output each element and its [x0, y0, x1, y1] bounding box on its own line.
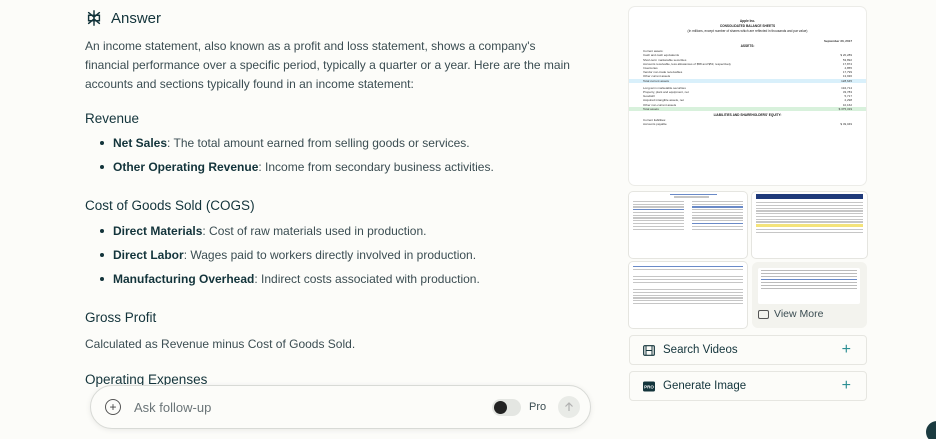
- arrow-up-icon: [565, 402, 574, 411]
- list-item: Direct Labor: Wages paid to workers dire…: [98, 243, 480, 267]
- doc-col-header: September 30, 2017: [823, 39, 852, 43]
- doc-row-value: 128,645: [841, 78, 852, 83]
- plus-icon: +: [841, 377, 851, 394]
- revenue-list: Net Sales: The total amount earned from …: [98, 131, 494, 179]
- section-heading-gross-profit: Gross Profit: [85, 310, 157, 325]
- generate-image-button[interactable]: PRO Generate Image +: [629, 371, 867, 401]
- generate-image-label: Generate Image: [663, 380, 747, 392]
- search-videos-label: Search Videos: [663, 344, 738, 356]
- doc-last-row-value: $ 49,049: [840, 122, 852, 127]
- answer-intro: An income statement, also known as a pro…: [85, 39, 570, 91]
- balance-sheet-image[interactable]: Apple Inc. CONSOLIDATED BALANCE SHEETS (…: [629, 7, 866, 185]
- list-item: Net Sales: The total amount earned from …: [98, 131, 494, 155]
- pro-label: Pro: [529, 401, 547, 413]
- doc-row-label: Total current assets: [643, 78, 670, 83]
- answer-logo-icon: [87, 10, 101, 26]
- doc-last-row-label: Accounts payable: [643, 122, 667, 127]
- doc-row: Total assets $ 375,319: [629, 106, 866, 112]
- cogs-list: Direct Materials: Cost of raw materials …: [98, 219, 480, 291]
- send-button[interactable]: [558, 396, 581, 418]
- film-icon: [643, 344, 655, 356]
- section-heading-cogs: Cost of Goods Sold (COGS): [85, 198, 255, 213]
- thumbnail-statement-3[interactable]: [629, 262, 747, 328]
- svg-text:PRO: PRO: [644, 384, 654, 389]
- pro-badge-icon: PRO: [643, 381, 655, 391]
- doc-row-value: $ 375,319: [838, 106, 852, 111]
- view-more-preview: [758, 268, 860, 304]
- doc-rows: Cash and cash equivalents $ 20,289 Short-t…: [629, 53, 866, 112]
- toggle-knob: [494, 400, 507, 414]
- view-more-button[interactable]: View More: [752, 262, 867, 328]
- pro-toggle[interactable]: [492, 398, 521, 416]
- view-more-label: View More: [774, 308, 824, 320]
- help-button[interactable]: [926, 421, 936, 439]
- answer-panel: Answer An income statement, also known a…: [85, 0, 585, 439]
- answer-title: Answer: [111, 9, 162, 27]
- followup-bar: + Pro: [90, 385, 591, 429]
- doc-subtitle: (In millions, except number of shares wh…: [687, 29, 808, 33]
- image-icon: [758, 309, 769, 319]
- list-item: Other Operating Revenue: Income from sec…: [98, 155, 494, 179]
- add-attachment-button[interactable]: +: [105, 399, 121, 415]
- gross-profit-text: Calculated as Revenue minus Cost of Good…: [85, 337, 356, 351]
- thumbnail-statement-1[interactable]: [629, 192, 747, 258]
- view-more-label-wrap: View More: [758, 308, 823, 320]
- thumbnail-statement-2[interactable]: [752, 192, 867, 258]
- followup-input[interactable]: [134, 399, 474, 415]
- section-heading-revenue: Revenue: [85, 111, 140, 126]
- answer-header: Answer: [85, 9, 161, 27]
- search-videos-button[interactable]: Search Videos +: [629, 335, 867, 365]
- list-item: Manufacturing Overhead: Indirect costs a…: [98, 267, 480, 291]
- doc-row-label: Total assets: [643, 106, 659, 111]
- plus-icon: +: [841, 341, 851, 358]
- list-item: Direct Materials: Cost of raw materials …: [98, 219, 480, 243]
